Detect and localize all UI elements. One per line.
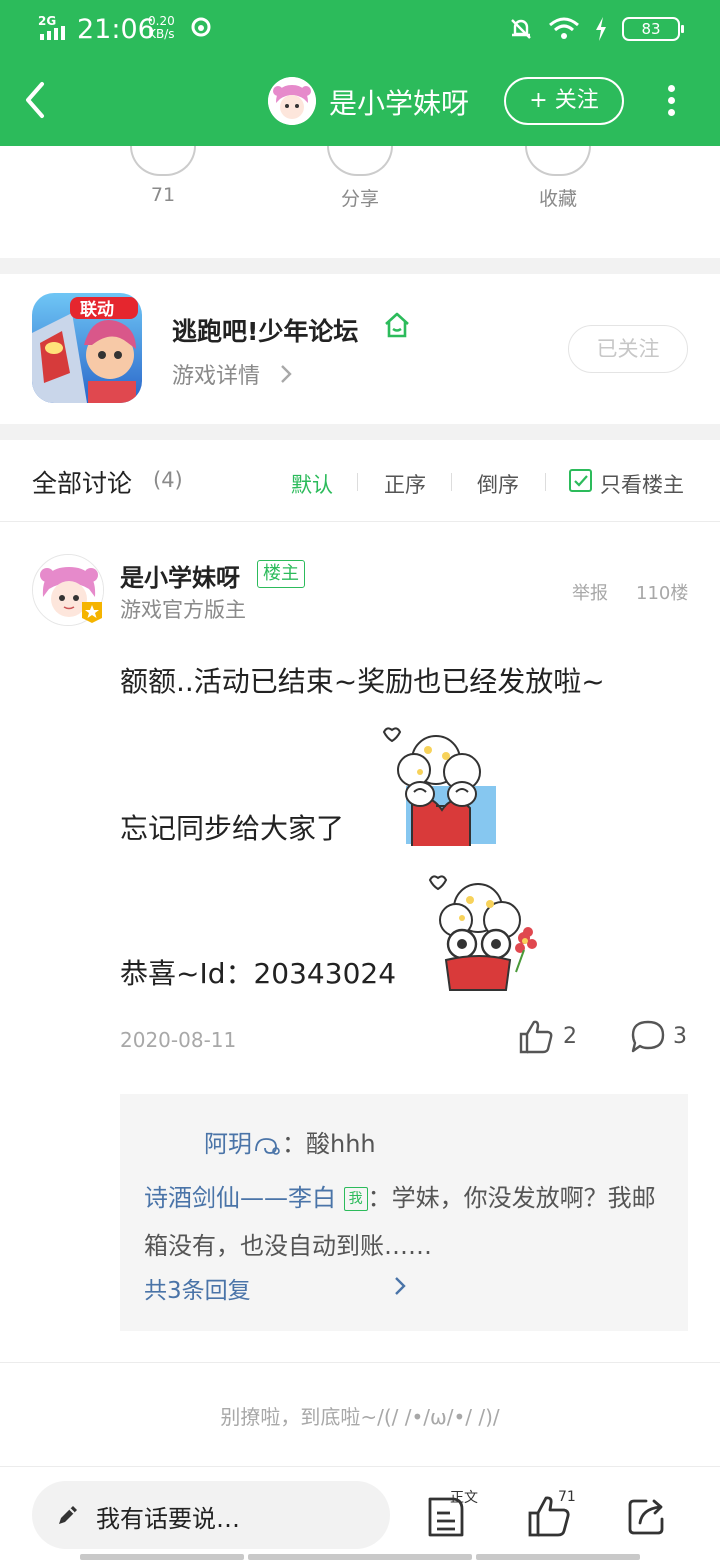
app-header: 2G 21:06 0.20 KB/s 83 是小学妹呀 + 关注: [0, 0, 720, 146]
forum-icon-badge: 联动: [80, 300, 114, 320]
sort-separator: [357, 473, 358, 491]
wifi-icon: [549, 17, 579, 39]
section-divider: [0, 258, 720, 274]
only-host-label[interactable]: 只看楼主: [600, 469, 684, 499]
battery-level: 83: [622, 17, 684, 41]
post-date: 2020-08-11: [120, 1028, 237, 1052]
header-title[interactable]: 是小学妹呀: [329, 82, 469, 122]
pencil-icon: [59, 1506, 77, 1524]
section-divider: [0, 424, 720, 440]
reply-username[interactable]: 诗酒剑仙——李白: [144, 1184, 336, 1212]
follow-button[interactable]: + 关注: [504, 77, 624, 125]
action-favorite[interactable]: 收藏: [498, 146, 618, 211]
signal-icon: [40, 26, 65, 40]
action-like-count: 71: [150, 184, 176, 206]
thumbs-up-icon[interactable]: [517, 1018, 555, 1056]
nav-gesture-bar: [80, 1554, 244, 1560]
status-right: 83: [508, 14, 684, 44]
forum-game-icon[interactable]: 联动: [32, 293, 142, 403]
post-actions: 71 分享 收藏: [0, 146, 720, 258]
document-label: 正文: [450, 1490, 478, 1506]
share-icon[interactable]: [626, 1495, 668, 1537]
reply-item[interactable]: 诗酒剑仙——李白 我：学妹，你没发放啊？我邮箱没有，也没自动到账……: [144, 1174, 664, 1270]
mute-bell-icon: [511, 19, 531, 39]
home-icon[interactable]: [382, 310, 412, 340]
more-vertical-icon[interactable]: [658, 82, 684, 122]
data-saver-icon: [191, 17, 211, 37]
action-like[interactable]: 71: [103, 146, 223, 206]
only-host-checkbox[interactable]: [569, 469, 592, 492]
post-text-line: 忘记同步给大家了: [120, 812, 345, 845]
check-icon: [574, 475, 588, 487]
followed-button[interactable]: 已关注: [568, 325, 688, 373]
nav-gesture-bar: [248, 1554, 472, 1560]
crying-popcorn-sticker: [382, 727, 496, 846]
forum-name[interactable]: 逃跑吧!少年论坛: [172, 312, 358, 348]
author-role: 游戏官方版主: [120, 598, 246, 622]
charging-icon: [596, 17, 606, 41]
speed-unit: KB/s: [148, 27, 175, 41]
divider: [0, 1362, 720, 1363]
comment-count: 3: [673, 1024, 687, 1049]
like-icon: [130, 146, 196, 176]
post-text-line: 恭喜~Id：20343024: [120, 957, 397, 990]
reply-username[interactable]: 阿玥: [204, 1130, 252, 1158]
moderator-star-icon: [82, 602, 102, 623]
like-count: 2: [563, 1024, 577, 1049]
status-bar: 2G 21:06 0.20 KB/s 83: [0, 0, 720, 58]
star-icon: [525, 146, 591, 176]
view-all-replies-link[interactable]: 共3条回复: [144, 1271, 251, 1305]
sort-ascending[interactable]: 正序: [384, 469, 426, 499]
discussion-count: (4): [153, 468, 183, 492]
nav-gesture-bar: [476, 1554, 640, 1560]
comment-icon[interactable]: [629, 1018, 667, 1056]
action-share[interactable]: 分享: [300, 146, 420, 211]
bottom-action-bar: 我有话要说… 正文 71: [0, 1466, 720, 1560]
discussion-header: 全部讨论 (4) 默认 正序 倒序 只看楼主: [0, 440, 720, 522]
reply-item[interactable]: 阿玥 ：酸hhh: [204, 1124, 376, 1159]
sort-descending[interactable]: 倒序: [477, 469, 519, 499]
discussion-post: 是小学妹呀 楼主 游戏官方版主 举报 110楼 额额..活动已结束~奖励也已经发…: [0, 522, 720, 1362]
sort-separator: [451, 473, 452, 491]
chevron-right-icon: [395, 1277, 406, 1295]
report-link[interactable]: 举报: [572, 579, 608, 605]
action-share-label: 分享: [340, 188, 379, 210]
comment-placeholder: 我有话要说…: [96, 1505, 240, 1533]
network-speed: 0.20 KB/s: [148, 15, 175, 41]
post-text-line: 额额..活动已结束~奖励也已经发放啦~: [120, 665, 605, 698]
reply-text: ：酸hhh: [282, 1130, 376, 1158]
reply-preview-box[interactable]: 阿玥 ：酸hhh 诗酒剑仙——李白 我：学妹，你没发放啊？我邮箱没有，也没自动到…: [120, 1094, 688, 1331]
back-arrow-icon[interactable]: [16, 78, 56, 122]
end-of-list-message: 别撩啦，到底啦~/(/ /•/ω/•/ /)/: [220, 1405, 500, 1429]
discussion-title: 全部讨论: [32, 469, 133, 498]
clock: 21:06: [77, 14, 155, 45]
comment-input[interactable]: 我有话要说…: [32, 1481, 390, 1549]
header-avatar[interactable]: [268, 77, 316, 125]
author-name[interactable]: 是小学妹呀: [120, 558, 240, 593]
swirl-decoration-icon: [255, 1138, 280, 1155]
host-badge: 楼主: [257, 560, 305, 588]
action-favorite-label: 收藏: [538, 188, 577, 210]
share-icon: [327, 146, 393, 176]
floor-number: 110楼: [636, 583, 689, 604]
game-detail-link[interactable]: 游戏详情: [172, 358, 260, 390]
avatar-image: [268, 77, 316, 125]
me-badge: 我: [343, 1187, 368, 1211]
sort-default[interactable]: 默认: [291, 469, 333, 499]
bottom-like-count: 71: [558, 1489, 576, 1505]
forum-card[interactable]: 联动 逃跑吧!少年论坛 游戏详情 已关注: [0, 274, 720, 424]
chevron-right-icon: [281, 365, 292, 383]
popcorn-flower-sticker: [428, 875, 537, 991]
sort-separator: [545, 473, 546, 491]
